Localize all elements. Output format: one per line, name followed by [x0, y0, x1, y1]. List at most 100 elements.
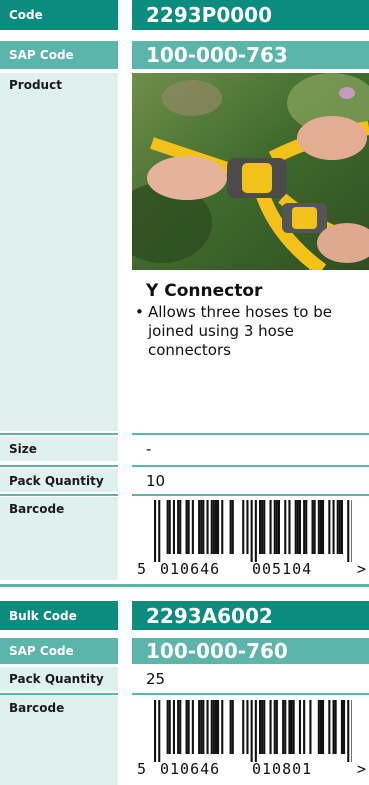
barcode-bar — [210, 500, 213, 554]
divider — [0, 693, 118, 695]
barcode-bar — [229, 500, 232, 554]
barcode-bar — [214, 700, 217, 754]
barcode-bar — [202, 500, 205, 554]
barcode-bar — [206, 700, 209, 754]
barcode-bar — [254, 500, 257, 562]
barcode-bar — [246, 500, 249, 554]
sap-code-value: 100-000-763 — [132, 41, 369, 69]
divider — [0, 433, 118, 435]
barcode-bar — [322, 500, 325, 554]
barcode-bar — [351, 500, 352, 562]
size-value: - — [146, 440, 152, 458]
bullet-dot: • — [135, 303, 144, 321]
y-connector-photo — [132, 73, 369, 270]
barcode-bar — [259, 700, 262, 754]
barcode-bar — [242, 500, 245, 554]
barcode-bar — [317, 700, 320, 754]
barcode-bar — [198, 500, 201, 554]
barcode-bar — [303, 500, 306, 554]
barcode-bar — [343, 700, 346, 754]
bulk-barcode-arrow: > — [357, 760, 367, 778]
bulk-barcode-right-digits: 010801 — [252, 760, 313, 778]
barcode-bar — [294, 500, 297, 554]
barcode-bar — [288, 500, 291, 554]
barcode-label: Barcode — [9, 502, 65, 516]
barcode-bar — [263, 500, 266, 554]
bulk-code-value: 2293A6002 — [132, 601, 369, 630]
barcode-bar — [319, 500, 322, 554]
barcode-bar — [338, 500, 341, 554]
bulk-sap-code-label: SAP Code — [0, 638, 118, 664]
barcode-bar — [191, 700, 194, 754]
barcode-bar — [277, 500, 280, 554]
barcode-bar — [282, 700, 285, 754]
barcode-bar — [202, 700, 205, 754]
barcode-bar — [217, 500, 220, 554]
barcode-bar — [269, 700, 272, 754]
barcode-bar — [351, 700, 352, 762]
barcode-left-digits: 010646 — [160, 560, 221, 578]
barcode-arrow: > — [357, 560, 367, 578]
barcode-bar — [317, 500, 320, 554]
barcode-bar — [242, 700, 245, 754]
barcode-bar — [177, 700, 180, 754]
barcode-bar — [172, 700, 175, 754]
barcode-bar — [328, 500, 331, 554]
barcode-bar — [311, 500, 314, 554]
barcode-bar — [347, 700, 350, 762]
barcode-bar — [179, 500, 182, 554]
product-label-panel — [0, 73, 118, 431]
divider — [0, 465, 118, 467]
barcode-bar — [166, 500, 169, 554]
barcode-bar — [313, 500, 316, 554]
barcode-bar — [319, 700, 322, 754]
barcode-bar — [269, 500, 272, 554]
barcode-bar — [231, 700, 234, 754]
barcode-bar — [290, 700, 293, 754]
product-image — [132, 73, 369, 270]
barcode-bar — [187, 500, 190, 554]
barcode-bar — [229, 700, 232, 754]
barcode-bar — [309, 700, 312, 754]
product-feature-text: Allows three hoses to be joined using 3 … — [148, 303, 332, 359]
barcode-bar — [212, 700, 215, 754]
barcode-bar — [198, 700, 201, 754]
code-value: 2293P0000 — [132, 0, 369, 30]
barcode-bar — [200, 500, 203, 554]
barcode-bar — [210, 700, 213, 754]
barcode-bar — [340, 700, 343, 754]
barcode-first-digit: 5 — [137, 560, 147, 578]
bulk-sap-code-value: 100-000-760 — [132, 638, 369, 664]
bulk-barcode-bars — [154, 700, 352, 762]
barcode-bar — [273, 500, 276, 554]
bulk-code-label: Bulk Code — [0, 601, 118, 630]
barcode-bar — [221, 500, 224, 554]
barcode-bar — [273, 700, 276, 754]
barcode-bar — [200, 700, 203, 754]
bulk-barcode-left-digits: 010646 — [160, 760, 221, 778]
barcode-bar — [214, 500, 217, 554]
barcode-bar — [275, 700, 278, 754]
barcode-bar — [259, 500, 262, 554]
barcode-bar — [284, 700, 287, 754]
barcode-bar — [212, 500, 215, 554]
barcode-bars — [154, 500, 352, 562]
sap-code-label: SAP Code — [0, 41, 118, 69]
section-separator — [0, 584, 369, 587]
divider — [132, 494, 369, 496]
barcode-bar — [347, 500, 350, 562]
barcode-bar — [298, 500, 301, 554]
barcode-bar — [298, 700, 301, 754]
barcode-bar — [322, 700, 325, 754]
barcode-bar — [185, 700, 188, 754]
size-label: Size — [0, 437, 118, 461]
barcode-bar — [334, 700, 337, 754]
barcode-bar — [168, 700, 171, 754]
divider — [132, 465, 369, 467]
barcode-bar — [158, 500, 161, 562]
divider — [132, 433, 369, 435]
barcode-bar — [284, 500, 287, 554]
barcode-bar — [154, 700, 157, 762]
barcode-bar — [168, 500, 171, 554]
divider — [132, 693, 369, 695]
